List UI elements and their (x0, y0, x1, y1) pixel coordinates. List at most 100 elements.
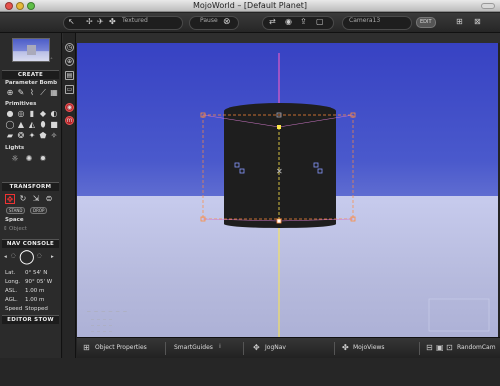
bomb-icon[interactable]: ⊕ (5, 88, 15, 98)
pause-icon[interactable]: ⊗ (223, 17, 231, 27)
nav-left-icon[interactable]: ◂ (4, 254, 7, 260)
export-icon[interactable]: ⇪ (300, 17, 307, 27)
globe-icon[interactable]: ⊕ (65, 57, 74, 66)
minimap-frame (428, 298, 490, 332)
transform-tools: ✥ ↻ ⇲ ⊜ (5, 194, 56, 204)
app-window: MojoWorld – [Default Planet] ↖ ✢ ✈ ✤ Tex… (0, 0, 500, 386)
spot-light-icon[interactable]: ✹ (38, 154, 48, 164)
mojoviews-button[interactable]: MojoViews (353, 344, 385, 351)
jognav-icon[interactable]: ✥ (253, 343, 260, 352)
document-icon[interactable]: ▭ (65, 85, 74, 94)
space-select[interactable]: Object (9, 226, 27, 232)
mojo-icon[interactable]: m (65, 116, 74, 125)
cone-icon[interactable]: ▲ (16, 120, 26, 130)
star-icon[interactable]: ✧ (49, 131, 59, 141)
camera-icon[interactable]: ◉ (285, 17, 292, 27)
wand-icon[interactable]: ⟋ (38, 88, 48, 98)
stack-tool-icon[interactable]: ⊜ (44, 194, 54, 204)
frame-icon[interactable]: ▢ (316, 17, 324, 27)
record-icon[interactable]: ◉ (65, 103, 74, 112)
plane-icon[interactable]: ▰ (5, 131, 15, 141)
left-panel: ⁺ CREATE Parameter Bomb ⊕ ✎ ⌇ ⟋ ▦ Primit… (0, 33, 62, 386)
drop-button[interactable]: DROP (30, 207, 48, 214)
walk-icon[interactable]: ✢ (86, 17, 93, 27)
speed-value: Stopped (25, 306, 48, 312)
torus-icon[interactable]: ◯ (5, 120, 15, 130)
box-icon[interactable]: ■ (49, 120, 59, 130)
sun-light-icon[interactable]: ☼ (10, 154, 20, 164)
base-handle (276, 218, 282, 224)
layers-icon[interactable]: ▤ (65, 71, 74, 80)
cube-icon[interactable]: ◆ (38, 109, 48, 119)
3d-viewport[interactable]: ✕ — — — — — — — — — — — — — — — — — — (77, 43, 498, 337)
nav-lat-row: Lat. 0° 54' N (5, 270, 47, 276)
pyramid-icon[interactable]: ◭ (27, 120, 37, 130)
smart-guides-button[interactable]: SmartGuides (174, 344, 213, 351)
shard-icon[interactable]: ✦ (27, 131, 37, 141)
toolbar-toggle-button[interactable] (481, 3, 495, 9)
pencil-icon[interactable]: ✎ (16, 88, 26, 98)
ring-icon[interactable]: ◎ (16, 109, 26, 119)
disc-icon[interactable]: ◐ (49, 109, 59, 119)
fly-icon[interactable]: ✈ (97, 17, 104, 27)
random-cam-icon[interactable]: ⊡ (446, 343, 453, 352)
vertical-tool-strip: ◷ ⊕ ▤ ▭ ◉ m (63, 33, 76, 386)
window-title: MojoWorld – [Default Planet] (192, 1, 308, 10)
spiral-icon[interactable]: ❂ (16, 131, 26, 141)
main-toolbar: ↖ ✢ ✈ ✤ Textured Pause ⊗ ⇄ ◉ ⇪ ▢ Camera1… (0, 13, 500, 33)
space-stepper-icon[interactable]: ⇕ (3, 226, 8, 232)
link-icon[interactable]: ⊞ (456, 17, 463, 27)
clock-icon[interactable]: ◷ (65, 43, 74, 52)
editor-stow-header[interactable]: EDITOR STOW (2, 315, 59, 324)
asl-value: 1.00 m (25, 288, 45, 294)
thumbnail-options-icon[interactable]: ⁺ (50, 57, 53, 63)
nav-right-icon[interactable]: ▸ (51, 254, 54, 260)
scale-tool-icon[interactable]: ⇲ (31, 194, 41, 204)
divider (334, 342, 335, 355)
properties-icon[interactable]: ⊞ (83, 343, 90, 352)
view-single-icon[interactable]: ▣ (436, 343, 444, 352)
grid-icon[interactable]: ⊠ (474, 17, 481, 27)
nav-speed-icon[interactable]: ◌ (37, 253, 42, 259)
render-mode-select[interactable]: Textured (122, 17, 148, 24)
hatch-icon[interactable]: ▦ (49, 88, 59, 98)
object-properties-button[interactable]: Object Properties (95, 344, 147, 351)
capsule-icon[interactable]: ⬮ (38, 120, 48, 130)
create-section-header[interactable]: CREATE (2, 70, 59, 79)
arrow-select-icon[interactable]: ↖ (68, 17, 75, 27)
edit-camera-button[interactable]: EDIT (416, 17, 436, 28)
cylinder-icon[interactable]: ▮ (27, 109, 37, 119)
long-value: 90° 05' W (25, 279, 53, 285)
nav-ring-icon[interactable]: ◌ (11, 253, 16, 259)
move-tool-icon[interactable]: ✥ (5, 194, 15, 204)
lat-label: Lat. (5, 270, 16, 276)
coord-readout-title: — — — — — — (87, 308, 127, 315)
title-bar: MojoWorld – [Default Planet] (0, 0, 500, 12)
jognav-button[interactable]: JogNav (265, 344, 286, 351)
agl-value: 1.00 m (25, 297, 45, 303)
rotate-tool-icon[interactable]: ↻ (18, 194, 28, 204)
stand-button[interactable]: STAND (6, 207, 26, 214)
view-grid-icon[interactable]: ⊟ (426, 343, 433, 352)
gem-icon[interactable]: ⬟ (38, 131, 48, 141)
nav-console-header[interactable]: NAV CONSOLE (2, 239, 59, 248)
orbit-icon[interactable]: ✤ (109, 17, 116, 27)
brush-icon[interactable]: ⌇ (27, 88, 37, 98)
nav-asl-row: ASL. 1.00 m (5, 288, 44, 294)
pause-label[interactable]: Pause (200, 17, 218, 24)
nav-dial-icon[interactable]: ◯ (19, 249, 35, 265)
random-cam-button[interactable]: RandomCam (457, 344, 496, 351)
nav-compass: ◂ ◌ ◯ ◌ ▸ (3, 249, 58, 267)
divider (419, 342, 420, 355)
transform-section-header[interactable]: TRANSFORM (2, 182, 59, 191)
point-light-icon[interactable]: ✺ (24, 154, 34, 164)
swap-icon[interactable]: ⇄ (269, 17, 276, 27)
divider (243, 342, 244, 355)
guides-icon[interactable]: ⁞ (219, 343, 221, 350)
lights-tools: ☼ ✺ ✹ (10, 154, 51, 164)
planet-thumbnail[interactable] (12, 38, 50, 62)
camera-select[interactable]: Camera13 (349, 17, 380, 24)
sphere-icon[interactable]: ● (5, 109, 15, 119)
space-label: Space (5, 217, 24, 223)
mojoviews-icon[interactable]: ✤ (342, 343, 349, 352)
